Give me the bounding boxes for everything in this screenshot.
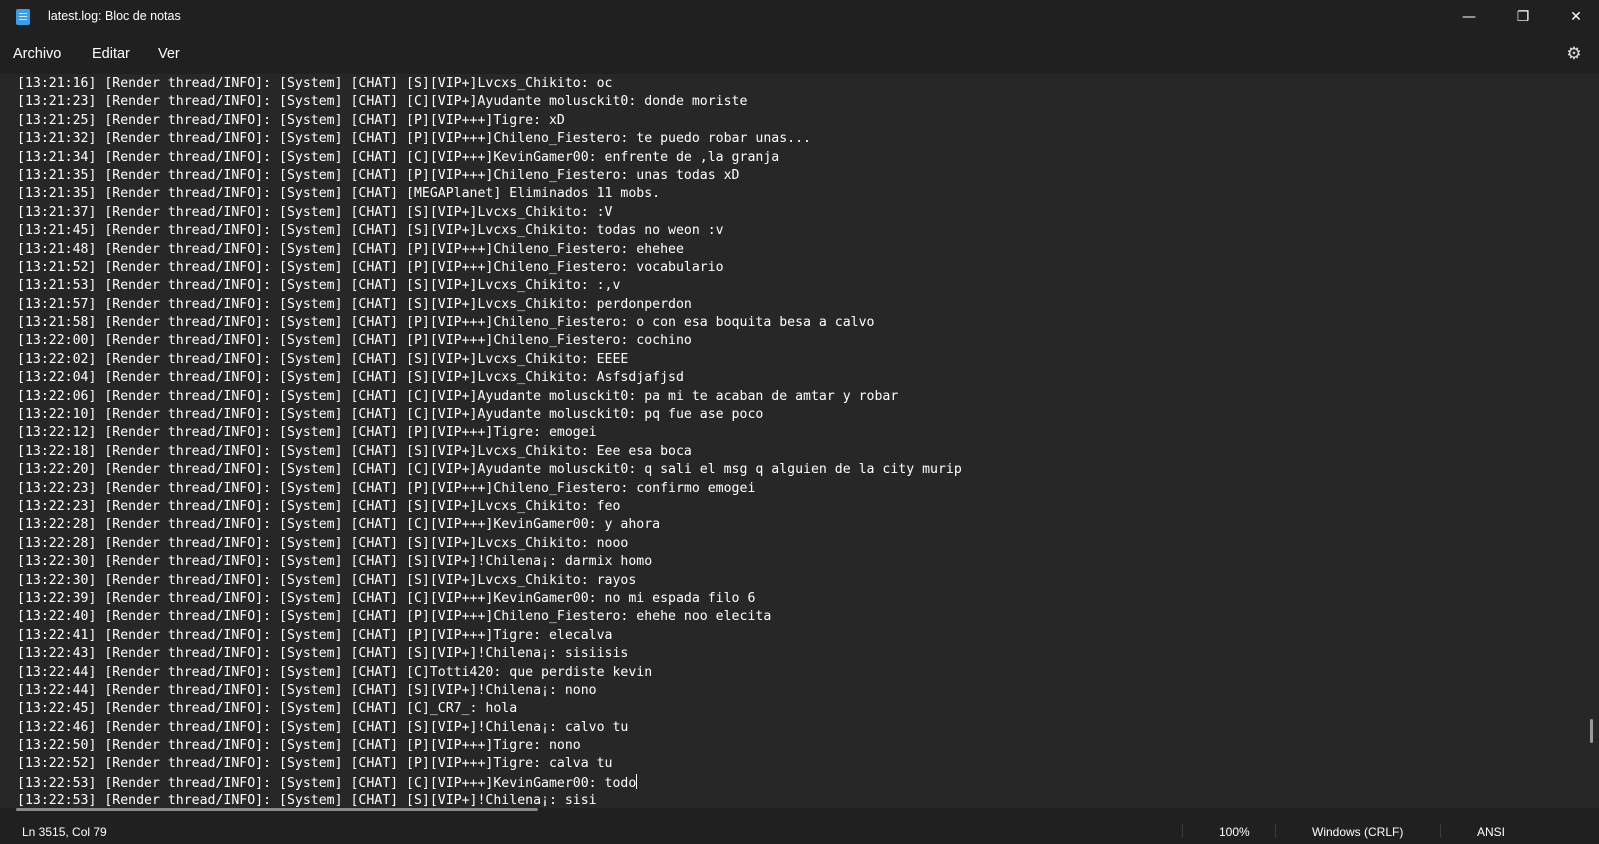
menu-view[interactable]: Ver	[158, 46, 180, 62]
text-line: [13:21:48] [Render thread/INFO]: [System…	[17, 241, 684, 257]
text-line: [13:22:10] [Render thread/INFO]: [System…	[17, 407, 764, 423]
text-line: [13:22:23] [Render thread/INFO]: [System…	[17, 480, 756, 496]
text-line: [13:22:50] [Render thread/INFO]: [System…	[17, 738, 581, 754]
text-line: [13:21:16] [Render thread/INFO]: [System…	[17, 76, 613, 91]
text-line: [13:22:43] [Render thread/INFO]: [System…	[17, 646, 629, 662]
text-line: [13:22:20] [Render thread/INFO]: [System…	[17, 462, 962, 478]
settings-button[interactable]: ⚙	[1564, 44, 1584, 64]
text-line: [13:21:34] [Render thread/INFO]: [System…	[17, 149, 780, 165]
menu-file[interactable]: Archivo	[13, 46, 61, 62]
text-line: [13:22:00] [Render thread/INFO]: [System…	[17, 333, 692, 349]
menu-bar: Archivo Editar Ver ⚙	[0, 34, 1599, 74]
text-line: [13:21:35] [Render thread/INFO]: [System…	[17, 167, 740, 183]
vertical-scrollbar-thumb[interactable]	[1590, 719, 1593, 743]
text-line: [13:22:30] [Render thread/INFO]: [System…	[17, 554, 653, 570]
menu-edit[interactable]: Editar	[92, 46, 130, 62]
window-title: latest.log: Bloc de notas	[48, 9, 181, 23]
notepad-icon	[16, 9, 30, 25]
restore-icon: ❐	[1516, 9, 1530, 25]
text-line-current: [13:22:53] [Render thread/INFO]: [System…	[17, 773, 1577, 792]
text-line: [13:21:58] [Render thread/INFO]: [System…	[17, 315, 875, 331]
text-line: [13:21:37] [Render thread/INFO]: [System…	[17, 204, 613, 220]
minimize-button[interactable]: —	[1446, 0, 1492, 34]
text-line: [13:22:23] [Render thread/INFO]: [System…	[17, 498, 621, 514]
text-line: [13:22:18] [Render thread/INFO]: [System…	[17, 443, 692, 459]
horizontal-scrollbar-thumb[interactable]	[16, 808, 538, 811]
status-separator	[1275, 824, 1276, 838]
status-separator	[1182, 824, 1183, 838]
current-line-text: [13:22:53] [Render thread/INFO]: [System…	[17, 775, 637, 791]
text-line: [13:22:52] [Render thread/INFO]: [System…	[17, 756, 613, 772]
text-line: [13:21:57] [Render thread/INFO]: [System…	[17, 296, 692, 312]
text-lines: [13:21:16] [Render thread/INFO]: [System…	[17, 75, 1577, 808]
text-editor[interactable]: [13:21:16] [Render thread/INFO]: [System…	[0, 74, 1599, 808]
text-line: [13:22:12] [Render thread/INFO]: [System…	[17, 425, 597, 441]
text-line: [13:22:41] [Render thread/INFO]: [System…	[17, 627, 613, 643]
text-line: [13:21:52] [Render thread/INFO]: [System…	[17, 259, 724, 275]
text-line: [13:21:32] [Render thread/INFO]: [System…	[17, 131, 811, 147]
text-line: [13:22:44] [Render thread/INFO]: [System…	[17, 682, 597, 698]
text-line: [13:22:28] [Render thread/INFO]: [System…	[17, 535, 629, 551]
text-line: [13:22:04] [Render thread/INFO]: [System…	[17, 370, 684, 386]
encoding: ANSI	[1477, 825, 1506, 839]
text-line: [13:22:02] [Render thread/INFO]: [System…	[17, 351, 629, 367]
text-line: [13:22:40] [Render thread/INFO]: [System…	[17, 609, 772, 625]
close-icon: ✕	[1570, 9, 1582, 25]
minimize-icon: —	[1462, 9, 1476, 25]
close-button[interactable]: ✕	[1553, 0, 1599, 34]
text-cursor	[636, 773, 638, 789]
gear-icon: ⚙	[1566, 44, 1582, 64]
text-line: [13:21:25] [Render thread/INFO]: [System…	[17, 112, 565, 128]
text-line: [13:22:53] [Render thread/INFO]: [System…	[17, 793, 597, 808]
title-bar: latest.log: Bloc de notas — ❐ ✕	[0, 0, 1599, 34]
status-separator	[1440, 824, 1441, 838]
text-line: [13:22:28] [Render thread/INFO]: [System…	[17, 517, 661, 533]
restore-button[interactable]: ❐	[1500, 0, 1546, 34]
line-ending: Windows (CRLF)	[1312, 825, 1404, 839]
text-line: [13:21:45] [Render thread/INFO]: [System…	[17, 223, 724, 239]
cursor-position: Ln 3515, Col 79	[22, 825, 107, 839]
text-line: [13:22:44] [Render thread/INFO]: [System…	[17, 664, 653, 680]
text-line: [13:22:46] [Render thread/INFO]: [System…	[17, 719, 629, 735]
text-line: [13:22:30] [Render thread/INFO]: [System…	[17, 572, 637, 588]
text-line: [13:21:53] [Render thread/INFO]: [System…	[17, 278, 621, 294]
text-line: [13:22:06] [Render thread/INFO]: [System…	[17, 388, 899, 404]
text-line: [13:21:23] [Render thread/INFO]: [System…	[17, 94, 748, 110]
text-line: [13:22:39] [Render thread/INFO]: [System…	[17, 590, 756, 606]
status-bar: Ln 3515, Col 79 100% Windows (CRLF) ANSI	[0, 818, 1599, 844]
text-line: [13:22:45] [Render thread/INFO]: [System…	[17, 701, 518, 717]
text-line: [13:21:35] [Render thread/INFO]: [System…	[17, 186, 661, 202]
zoom-level: 100%	[1219, 825, 1250, 839]
